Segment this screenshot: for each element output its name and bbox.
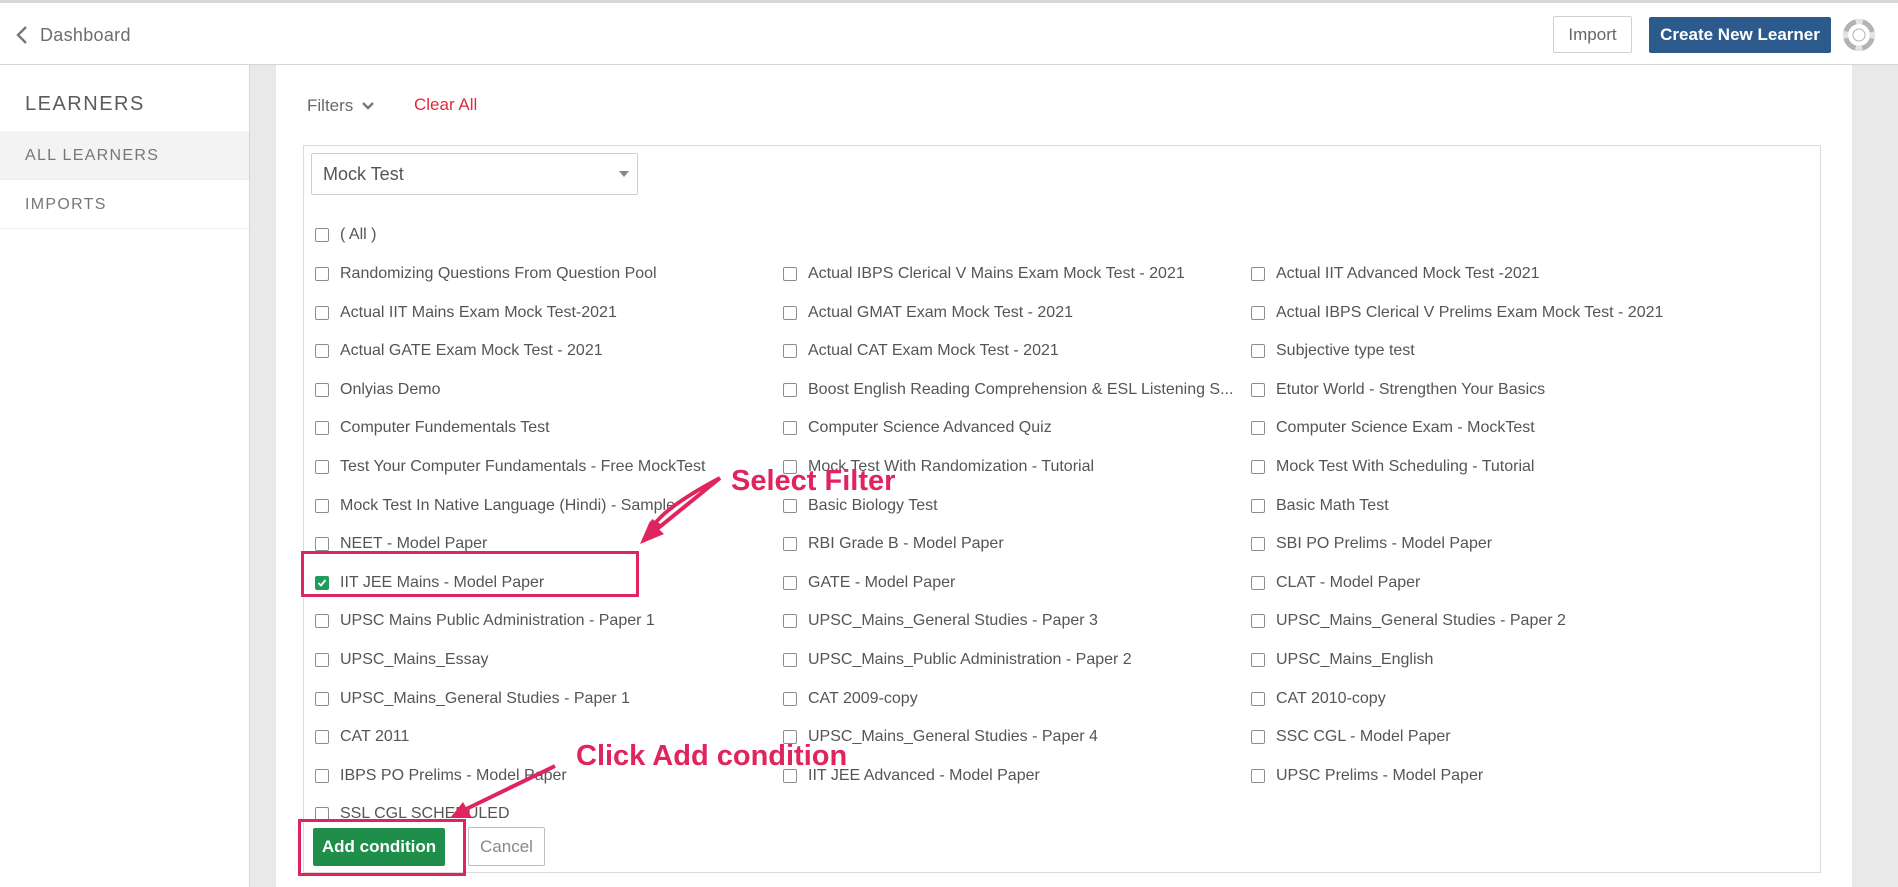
- annotation-arrows: [450, 476, 722, 818]
